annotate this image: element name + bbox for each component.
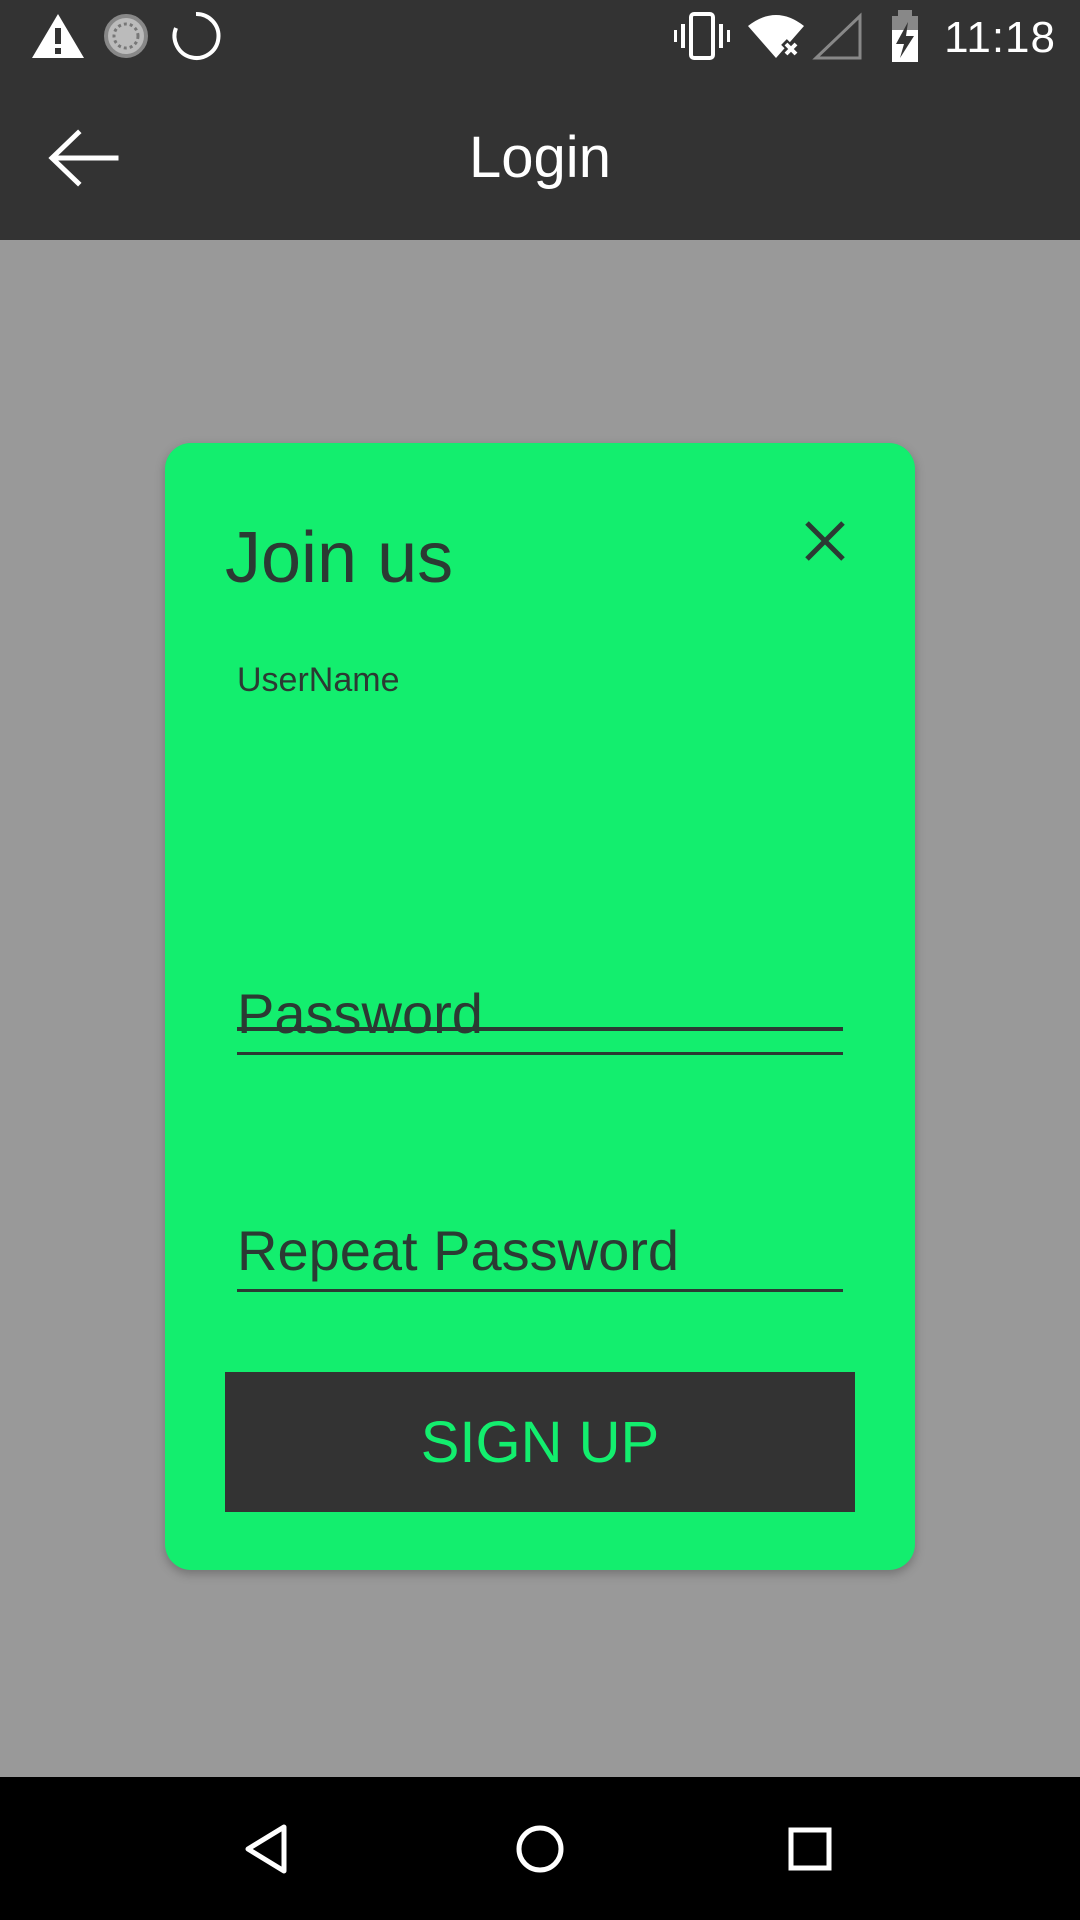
nav-recents-button[interactable]	[774, 1813, 846, 1885]
arrow-left-icon	[48, 129, 119, 187]
back-button[interactable]	[30, 113, 140, 203]
close-icon	[805, 521, 845, 561]
wifi-off-icon	[746, 8, 806, 64]
loading-spinner-icon	[168, 8, 228, 64]
home-circle-icon	[516, 1825, 564, 1873]
password-input[interactable]	[237, 975, 843, 1051]
password-field-group	[237, 963, 843, 1063]
warning-icon	[28, 8, 88, 64]
close-button[interactable]	[797, 513, 853, 569]
sign-up-button[interactable]: SIGN UP	[225, 1372, 855, 1512]
vibrate-icon	[672, 8, 732, 64]
sync-icon	[98, 8, 158, 64]
username-input[interactable]	[237, 709, 843, 769]
signup-dialog: Join us UserName SIGN UP	[165, 443, 915, 1570]
page-title: Login	[469, 125, 611, 190]
repeat-password-underline	[237, 1289, 843, 1292]
repeat-password-field-group	[237, 1200, 843, 1300]
username-label: UserName	[237, 661, 400, 699]
status-bar: 11:18	[0, 0, 1080, 75]
back-triangle-icon	[245, 1824, 287, 1874]
signal-empty-icon	[808, 8, 868, 64]
username-field-group: UserName	[237, 661, 843, 1031]
battery-charging-icon	[876, 8, 936, 64]
password-underline	[237, 1052, 843, 1055]
repeat-password-input[interactable]	[237, 1212, 843, 1288]
recents-square-icon	[788, 1827, 832, 1871]
status-time: 11:18	[944, 13, 1056, 62]
nav-back-button[interactable]	[234, 1813, 306, 1885]
navigation-bar	[0, 1777, 1080, 1920]
dialog-title: Join us	[225, 518, 454, 598]
app-bar: Login	[0, 75, 1080, 240]
nav-home-button[interactable]	[504, 1813, 576, 1885]
